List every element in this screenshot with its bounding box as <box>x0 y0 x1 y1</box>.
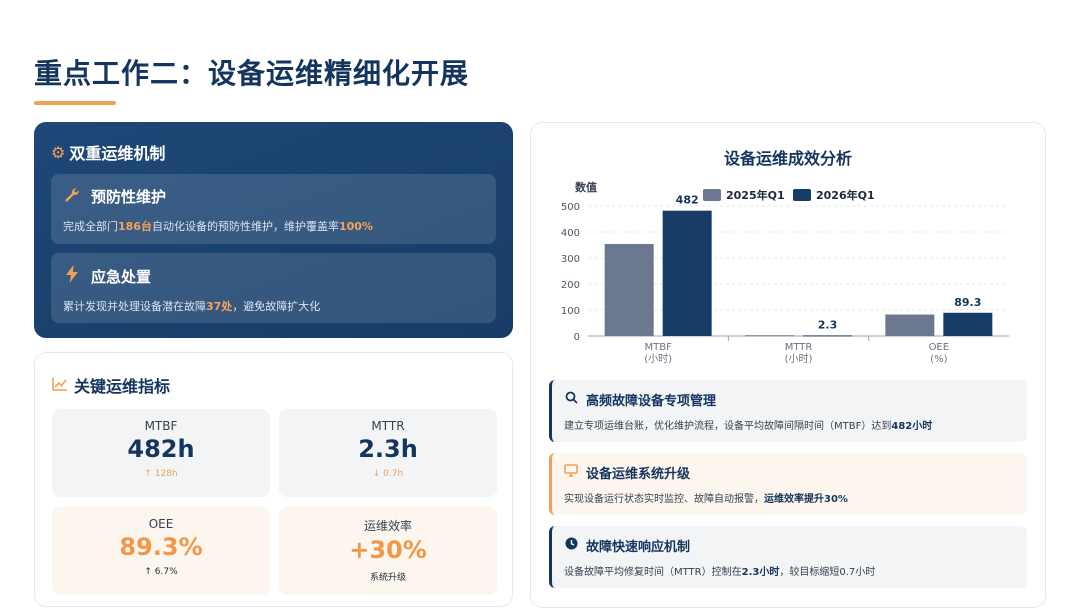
metric-value: 89.3% <box>119 533 203 561</box>
legend-swatch <box>793 189 811 201</box>
point-desc: 实现设备运行状态实时监控、故障自动报警，运维效率提升30% <box>564 494 848 505</box>
y-tick-label: 500 <box>561 202 580 213</box>
metric-efficiency: 运维效率 +30% 系统升级 <box>279 507 497 595</box>
emergency-response-item: 应急处置 累计发现并处理设备潜在故障37处，避免故障扩大化 <box>51 253 496 323</box>
metric-label: 运维效率 <box>363 519 412 533</box>
x-tick-label: OEE <box>929 342 950 353</box>
preventive-maintenance-item: 预防性维护 完成全部门186台自动化设备的预防性维护，维护覆盖率100% <box>51 174 496 244</box>
mechanism-header: ⚙ 双重运维机制 <box>51 140 496 164</box>
monitor-icon <box>564 464 578 481</box>
maintenance-bar-chart: 数值01002003004005002025年Q1 2026年Q1482MTBF(… <box>561 180 1009 365</box>
emergency-response-title: 应急处置 <box>91 267 152 286</box>
bar-oee-2026 <box>943 312 993 336</box>
page-title: 重点工作二：设备运维精细化开展 <box>34 57 470 90</box>
trend-chart-icon <box>52 376 68 395</box>
metric-change: ↓ 0.7h <box>372 469 404 479</box>
legend-swatch <box>703 189 721 201</box>
clock-icon <box>564 537 578 554</box>
search-icon <box>564 391 578 408</box>
y-tick-label: 200 <box>561 280 580 291</box>
wrench-icon <box>63 187 81 207</box>
metrics-header: 关键运维指标 <box>52 373 495 397</box>
title-underline <box>34 101 116 105</box>
metric-mtbf: MTBF 482h ↑ 128h <box>52 409 270 497</box>
y-tick-label: 300 <box>561 254 580 265</box>
preventive-maintenance-desc: 完成全部门186台自动化设备的预防性维护，维护覆盖率100% <box>63 220 373 233</box>
key-metrics-card: 关键运维指标 MTBF 482h ↑ 128h MTTR 2.3h ↓ 0.7h… <box>34 352 513 607</box>
x-tick-unit: (小时) <box>644 353 672 365</box>
point-system-upgrade: 设备运维系统升级 实现设备运行状态实时监控、故障自动报警，运维效率提升30% <box>549 453 1027 515</box>
lightning-icon <box>63 265 81 287</box>
legend-label: 2025年Q1 <box>726 188 785 202</box>
preventive-maintenance-title: 预防性维护 <box>91 188 167 206</box>
metric-change: ↑ 6.7% <box>144 567 178 577</box>
bar-mtbf-2026 <box>662 210 712 336</box>
y-axis-label: 数值 <box>575 180 597 194</box>
point-title: 设备运维系统升级 <box>586 467 691 482</box>
point-desc: 建立专项运维台账，优化维护流程，设备平均故障间隔时间（MTBF）达到482小时 <box>564 421 933 432</box>
point-title: 高频故障设备专项管理 <box>586 394 717 409</box>
metric-label: MTBF <box>144 419 178 433</box>
x-tick-unit: (%) <box>930 354 947 365</box>
x-tick-label: MTTR <box>785 342 813 353</box>
metric-label: MTTR <box>371 419 405 433</box>
bar-mttr-2025 <box>745 335 794 337</box>
x-tick-unit: (小时) <box>785 353 813 365</box>
mechanism-title: 双重运维机制 <box>69 144 166 163</box>
metric-value: +30% <box>349 536 427 564</box>
data-label: 2.3 <box>818 318 838 331</box>
data-label: 89.3 <box>954 296 981 309</box>
bar-mttr-2026 <box>803 335 852 337</box>
emergency-response-desc: 累计发现并处理设备潜在故障37处，避免故障扩大化 <box>63 300 321 313</box>
gear-icon: ⚙ <box>51 142 66 162</box>
legend-label: 2026年Q1 <box>816 188 875 202</box>
metric-mttr: MTTR 2.3h ↓ 0.7h <box>279 409 497 497</box>
analysis-card: 设备运维成效分析 数值 0 100 200 300 400 500 2025年Q1 2026年Q… <box>530 122 1046 608</box>
point-fast-response: 故障快速响应机制 设备故障平均修复时间（MTTR）控制在2.3小时，较目标缩短0… <box>549 526 1027 588</box>
metric-value: 482h <box>127 435 195 463</box>
metric-label: OEE <box>148 517 174 531</box>
point-desc: 设备故障平均修复时间（MTTR）控制在2.3小时，较目标缩短0.7小时 <box>564 567 876 578</box>
data-label: 482 <box>676 194 699 207</box>
y-tick-label: 100 <box>561 306 580 317</box>
x-tick-label: MTBF <box>644 342 672 353</box>
y-tick-label: 0 <box>574 332 580 343</box>
metric-change: 系统升级 <box>369 573 406 583</box>
y-tick-label: 400 <box>561 228 580 239</box>
point-high-frequency-fault: 高频故障设备专项管理 建立专项运维台账，优化维护流程，设备平均故障间隔时间（MT… <box>549 380 1027 442</box>
bar-oee-2025 <box>885 314 935 336</box>
metrics-title: 关键运维指标 <box>74 377 171 396</box>
metric-value: 2.3h <box>358 435 418 463</box>
bar-mtbf-2025 <box>604 243 654 336</box>
metric-change: ↑ 128h <box>144 469 178 479</box>
dual-maintenance-mechanism-card: ⚙ 双重运维机制 预防性维护 完成全部门186台自动化设备的预防性维护，维护覆盖… <box>34 122 513 338</box>
metric-oee: OEE 89.3% ↑ 6.7% <box>52 507 270 595</box>
point-title: 故障快速响应机制 <box>586 540 691 555</box>
